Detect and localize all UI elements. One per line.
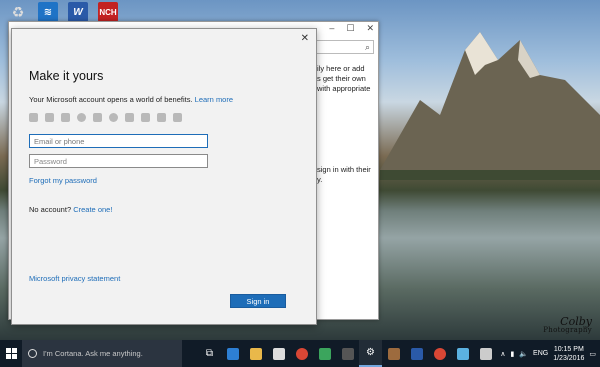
windows-logo-icon <box>5 348 17 359</box>
maximize-icon[interactable]: ☐ <box>346 23 354 34</box>
outlook-icon <box>125 113 134 122</box>
edge-icon[interactable] <box>221 340 244 367</box>
w-app-icon[interactable]: W <box>68 2 88 22</box>
app-icon[interactable] <box>451 340 474 367</box>
password-field[interactable]: Password <box>29 154 208 168</box>
onedrive-icon <box>45 113 54 122</box>
cortana-icon <box>28 349 37 358</box>
wifi-app-icon[interactable]: ≋ <box>38 2 58 22</box>
create-account-link[interactable]: Create one! <box>73 205 112 214</box>
no-account-row: No account? Create one! <box>29 205 113 214</box>
action-center-icon[interactable]: ▭ <box>589 350 596 358</box>
media-icon[interactable] <box>336 340 359 367</box>
mountain-illustration <box>380 32 600 180</box>
cortana-search-box[interactable]: I'm Cortana. Ask me anything. <box>22 340 182 367</box>
file-explorer-icon[interactable] <box>244 340 267 367</box>
taskbar: I'm Cortana. Ask me anything. ⧉ ⚙ ∧ ▮ 🔈 … <box>0 340 600 367</box>
dialog-subtitle: Your Microsoft account opens a world of … <box>29 95 234 104</box>
window-controls: – ☐ ✕ <box>329 23 374 34</box>
volume-icon[interactable]: 🔈 <box>519 350 528 358</box>
settings-text-line: y. <box>317 175 323 184</box>
system-tray: ∧ ▮ 🔈 ENG 10:15 PM 1/23/2016 ▭ <box>500 345 600 363</box>
minimize-icon[interactable]: – <box>329 23 334 34</box>
clock-date: 1/23/2016 <box>553 354 585 362</box>
taskbar-apps: ⧉ ⚙ <box>198 340 497 367</box>
skype-icon <box>77 113 86 122</box>
nch-app-icon[interactable]: NCH <box>98 2 118 22</box>
settings-text-line: with appropriate <box>317 84 371 93</box>
clock[interactable]: 10:15 PM 1/23/2016 <box>553 345 584 363</box>
windows-icon <box>93 113 102 122</box>
mail-icon[interactable] <box>474 340 497 367</box>
close-icon[interactable]: ✕ <box>366 23 374 34</box>
settings-taskbar-icon[interactable]: ⚙ <box>359 340 382 367</box>
settings-text-line: s get their own <box>317 74 366 83</box>
signin-dialog: ✕ Make it yours Your Microsoft account o… <box>11 28 317 325</box>
chrome-2-icon[interactable] <box>428 340 451 367</box>
network-icon[interactable]: ▮ <box>510 350 514 358</box>
settings-text-line: sign in with their <box>317 165 371 174</box>
search-box[interactable]: ⌕ <box>309 40 374 54</box>
language-indicator[interactable]: ENG <box>533 350 548 357</box>
learn-more-link[interactable]: Learn more <box>195 95 233 104</box>
service-icons <box>29 113 182 122</box>
photos-icon[interactable] <box>382 340 405 367</box>
chrome-icon[interactable] <box>290 340 313 367</box>
forgot-password-link[interactable]: Forgot my password <box>29 176 97 185</box>
msn-icon <box>157 113 166 122</box>
store-icon <box>61 113 70 122</box>
store-taskbar-icon[interactable] <box>267 340 290 367</box>
drive-icon[interactable] <box>313 340 336 367</box>
clock-time: 10:15 PM <box>553 345 584 353</box>
cortana-search-placeholder: I'm Cortana. Ask me anything. <box>43 349 143 358</box>
start-button[interactable] <box>0 340 22 367</box>
shopping-icon <box>173 113 182 122</box>
privacy-statement-link[interactable]: Microsoft privacy statement <box>29 274 120 283</box>
photographer-signature: Colby Photography <box>543 315 592 334</box>
show-hidden-icons-icon[interactable]: ∧ <box>500 350 505 358</box>
email-field[interactable]: Email or phone <box>29 134 208 148</box>
dialog-title: Make it yours <box>29 69 104 83</box>
word-icon[interactable] <box>405 340 428 367</box>
bing-icon <box>141 113 150 122</box>
recycle-bin-icon[interactable]: ♻ <box>8 2 28 22</box>
settings-text-line: ily here or add <box>317 64 365 73</box>
office-icon <box>29 113 38 122</box>
xbox-icon <box>109 113 118 122</box>
signin-button[interactable]: Sign in <box>230 294 286 308</box>
search-icon: ⌕ <box>364 41 370 52</box>
close-button[interactable]: ✕ <box>301 33 309 44</box>
task-view-icon[interactable]: ⧉ <box>198 340 221 367</box>
